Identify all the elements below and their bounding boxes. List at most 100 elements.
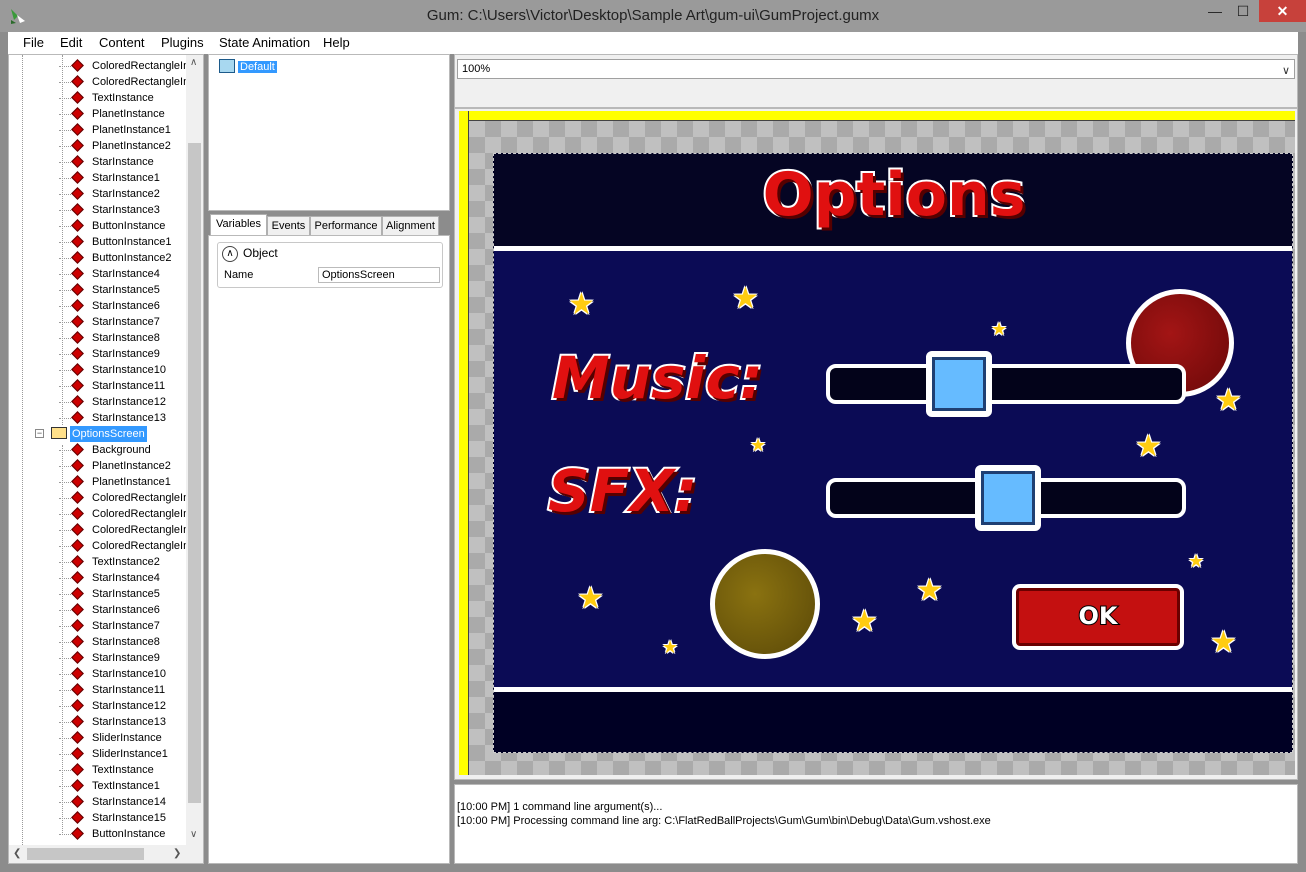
menu-plugins[interactable]: Plugins	[161, 35, 204, 50]
tree-node[interactable]: StarInstance13	[59, 410, 168, 426]
tree-node[interactable]: PlanetInstance1	[59, 122, 173, 138]
canvas-panel[interactable]: Options Music: SFX: OK ★ ★ ★ ★ ★ ★ ★ ★ ★	[454, 108, 1298, 780]
tree-node[interactable]: StarInstance11	[59, 378, 167, 394]
tree-node[interactable]: ButtonInstance	[59, 218, 167, 234]
star-icon[interactable]: ★	[916, 576, 943, 606]
star-icon[interactable]: ★	[851, 607, 878, 637]
tree-node[interactable]: StarInstance8	[59, 330, 162, 346]
tree-node[interactable]: StarInstance3	[59, 202, 162, 218]
tree-node[interactable]: StarInstance1	[59, 170, 162, 186]
music-label[interactable]: Music:	[550, 342, 765, 414]
tree-node[interactable]: StarInstance6	[59, 602, 162, 618]
top-ruler[interactable]	[459, 111, 1295, 121]
tree-scroll-thumb[interactable]	[188, 143, 201, 803]
state-item-default[interactable]: Default	[219, 59, 277, 73]
tree-node[interactable]: TextInstance	[59, 762, 156, 778]
olive-planet[interactable]	[710, 549, 820, 659]
tree-node[interactable]: StarInstance14	[59, 794, 168, 810]
star-icon[interactable]: ★	[991, 320, 1007, 338]
tree-node[interactable]: PlanetInstance2	[59, 458, 173, 474]
tab-alignment[interactable]: Alignment	[382, 216, 439, 236]
tree-node[interactable]: StarInstance11	[59, 682, 167, 698]
tree-node[interactable]: ColoredRectangleIn	[59, 506, 191, 522]
tree-node[interactable]: Background	[59, 442, 153, 458]
scroll-left-icon[interactable]: ❮	[13, 848, 21, 859]
maximize-button[interactable]: ☐	[1229, 0, 1257, 22]
tab-variables[interactable]: Variables	[210, 214, 267, 236]
tree-node[interactable]: StarInstance12	[59, 698, 168, 714]
ok-button[interactable]: OK	[1012, 584, 1184, 650]
zoom-select[interactable]: 100% ∨	[457, 59, 1295, 79]
collapse-icon[interactable]: −	[35, 429, 44, 438]
star-icon[interactable]: ★	[1135, 432, 1162, 462]
tree-node[interactable]: StarInstance5	[59, 282, 162, 298]
tree-node[interactable]: StarInstance7	[59, 314, 162, 330]
tree-node[interactable]: StarInstance	[59, 154, 156, 170]
tree-node[interactable]: TextInstance2	[59, 554, 162, 570]
left-ruler[interactable]	[459, 111, 469, 775]
star-icon[interactable]: ★	[1188, 552, 1204, 570]
tree-node[interactable]: StarInstance9	[59, 650, 162, 666]
tree-node[interactable]: TextInstance	[59, 90, 156, 106]
minimize-button[interactable]: —	[1201, 0, 1229, 22]
tree-node[interactable]: StarInstance13	[59, 714, 168, 730]
tree-node[interactable]: SliderInstance	[59, 730, 164, 746]
star-icon[interactable]: ★	[577, 584, 604, 614]
tree-node[interactable]: ColoredRectangleIn	[59, 522, 191, 538]
tree-node[interactable]: StarInstance10	[59, 362, 168, 378]
star-icon[interactable]: ★	[1215, 386, 1242, 416]
music-slider-thumb[interactable]	[926, 351, 992, 417]
chevron-down-icon[interactable]: ∨	[1282, 62, 1290, 80]
tree-horizontal-scrollbar[interactable]: ❮ ❯	[9, 845, 203, 863]
tree-node[interactable]: StarInstance2	[59, 186, 162, 202]
tree-vertical-scrollbar[interactable]: ∧ ∨	[186, 55, 203, 845]
menu-content[interactable]: Content	[99, 35, 145, 50]
tree-node[interactable]: ColoredRectangleIn	[59, 538, 191, 554]
star-icon[interactable]: ★	[1210, 628, 1237, 658]
tree-node[interactable]: SliderInstance1	[59, 746, 170, 762]
tree-node[interactable]: StarInstance7	[59, 618, 162, 634]
star-icon[interactable]: ★	[568, 290, 595, 320]
tree-node[interactable]: ColoredRectangleIn	[59, 490, 191, 506]
star-icon[interactable]: ★	[750, 436, 766, 454]
scroll-right-icon[interactable]: ❯	[173, 848, 181, 859]
scroll-up-icon[interactable]: ∧	[190, 57, 197, 68]
tree-node[interactable]: StarInstance4	[59, 266, 162, 282]
tree-node[interactable]: TextInstance1	[59, 778, 162, 794]
tree-node[interactable]: StarInstance15	[59, 810, 168, 826]
tree-node[interactable]: StarInstance8	[59, 634, 162, 650]
menu-edit[interactable]: Edit	[60, 35, 82, 50]
tab-events[interactable]: Events	[267, 216, 310, 236]
name-field[interactable]: OptionsScreen	[318, 267, 440, 283]
scroll-down-icon[interactable]: ∨	[190, 829, 197, 840]
options-title-text[interactable]: Options	[494, 158, 1292, 232]
close-button[interactable]: ✕	[1259, 0, 1306, 22]
tree-hscroll-thumb[interactable]	[27, 848, 144, 860]
tree-node[interactable]: PlanetInstance1	[59, 474, 173, 490]
options-screen-preview[interactable]: Options Music: SFX: OK ★ ★ ★ ★ ★ ★ ★ ★ ★	[493, 153, 1293, 753]
tree-node[interactable]: ButtonInstance1	[59, 234, 174, 250]
sfx-slider[interactable]	[826, 465, 1186, 531]
tree-node[interactable]: ButtonInstance	[59, 826, 167, 842]
tree-node[interactable]: StarInstance4	[59, 570, 162, 586]
tree-node-options-screen[interactable]: − OptionsScreen	[35, 426, 147, 442]
tree-node[interactable]: PlanetInstance	[59, 106, 167, 122]
tree-node[interactable]: ColoredRectangleIn	[59, 74, 191, 90]
tree-node[interactable]: StarInstance12	[59, 394, 168, 410]
music-slider[interactable]	[826, 351, 1186, 417]
star-icon[interactable]: ★	[732, 284, 759, 314]
tree-node[interactable]: ButtonInstance2	[59, 250, 174, 266]
menu-file[interactable]: File	[23, 35, 44, 50]
menu-state-animation[interactable]: State Animation	[219, 35, 310, 50]
tree-node[interactable]: StarInstance9	[59, 346, 162, 362]
collapse-category-icon[interactable]: ∧	[222, 246, 238, 262]
sfx-label[interactable]: SFX:	[546, 455, 699, 527]
tree-node[interactable]: ColoredRectangleIn	[59, 58, 191, 74]
sfx-slider-thumb[interactable]	[975, 465, 1041, 531]
tree-node[interactable]: StarInstance5	[59, 586, 162, 602]
tree-node[interactable]: StarInstance6	[59, 298, 162, 314]
star-icon[interactable]: ★	[662, 638, 678, 656]
tree-node[interactable]: PlanetInstance2	[59, 138, 173, 154]
tree-node[interactable]: StarInstance10	[59, 666, 168, 682]
menu-help[interactable]: Help	[323, 35, 350, 50]
